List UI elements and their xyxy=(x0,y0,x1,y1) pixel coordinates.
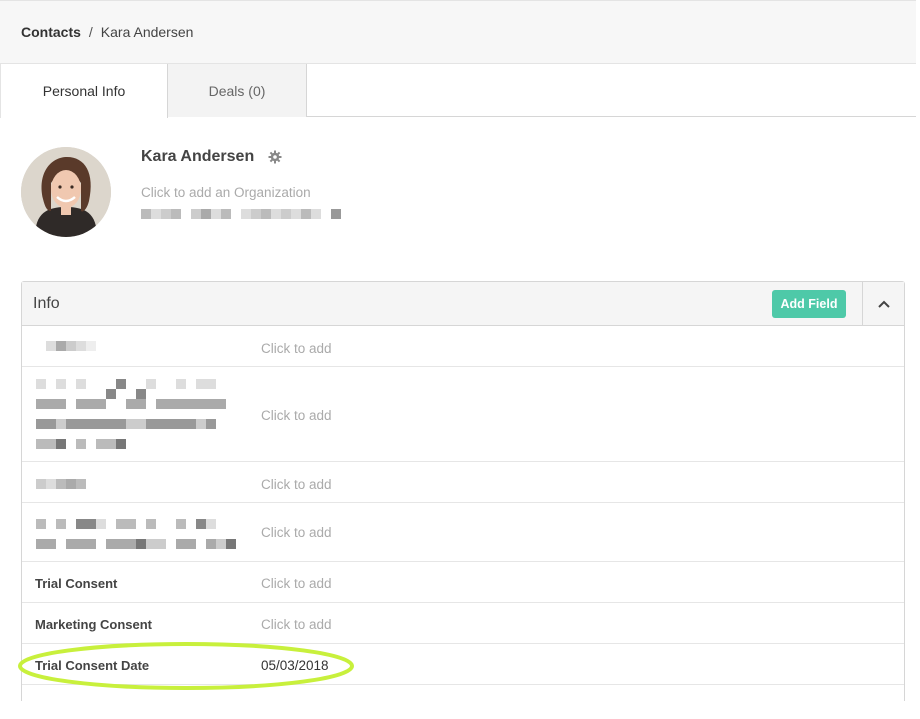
info-header: Info Add Field xyxy=(22,282,904,326)
chevron-up-icon xyxy=(877,300,890,308)
info-title: Info xyxy=(33,295,60,312)
field-row: Click to add xyxy=(22,367,904,462)
field-label: Trial Consent Date xyxy=(35,658,150,673)
field-label: Marketing Consent xyxy=(35,617,153,632)
organization-placeholder[interactable]: Click to add an Organization xyxy=(141,185,311,200)
field-row: Click to add xyxy=(22,326,904,367)
field-value[interactable]: Click to add xyxy=(261,408,332,423)
contact-name[interactable]: Kara Andersen xyxy=(141,148,254,166)
breadcrumb-separator: / xyxy=(88,24,93,40)
field-value[interactable]: Click to add xyxy=(261,576,332,591)
field-label: Trial Consent xyxy=(35,576,118,591)
tab-bar: Personal Info Deals (0) xyxy=(0,64,916,118)
field-row-marketing-consent: Marketing Consent Click to add xyxy=(22,603,904,644)
breadcrumb-current: Kara Andersen xyxy=(100,24,194,40)
tab-deals[interactable]: Deals (0) xyxy=(168,64,307,117)
info-panel: Info Add Field Click to add Click to add xyxy=(21,281,905,701)
redacted-field-label xyxy=(36,379,226,449)
field-value[interactable]: Click to add xyxy=(261,525,332,540)
field-row-trial-consent-date: Trial Consent Date 05/03/2018 xyxy=(22,644,904,685)
redacted-field-label xyxy=(46,341,96,351)
redacted-field-label xyxy=(36,519,236,549)
redacted-contact-detail xyxy=(141,209,341,219)
field-row-trial-consent: Trial Consent Click to add xyxy=(22,562,904,603)
collapse-button[interactable] xyxy=(862,282,904,326)
field-row: Click to add xyxy=(22,462,904,503)
gear-icon[interactable] xyxy=(268,150,282,164)
breadcrumb-contacts-link[interactable]: Contacts xyxy=(21,24,81,40)
breadcrumb-bar: Contacts / Kara Andersen xyxy=(0,0,916,64)
redacted-field-label xyxy=(36,479,86,489)
field-value[interactable]: 05/03/2018 xyxy=(261,658,329,673)
add-field-button[interactable]: Add Field xyxy=(772,290,846,318)
field-value[interactable]: Click to add xyxy=(261,341,332,356)
breadcrumb: Contacts / Kara Andersen xyxy=(21,24,193,40)
avatar-photo xyxy=(21,147,111,237)
avatar[interactable] xyxy=(21,147,111,237)
tab-personal-info[interactable]: Personal Info xyxy=(0,64,168,118)
field-row: Click to add xyxy=(22,503,904,562)
field-value[interactable]: Click to add xyxy=(261,477,332,492)
field-value[interactable]: Click to add xyxy=(261,617,332,632)
